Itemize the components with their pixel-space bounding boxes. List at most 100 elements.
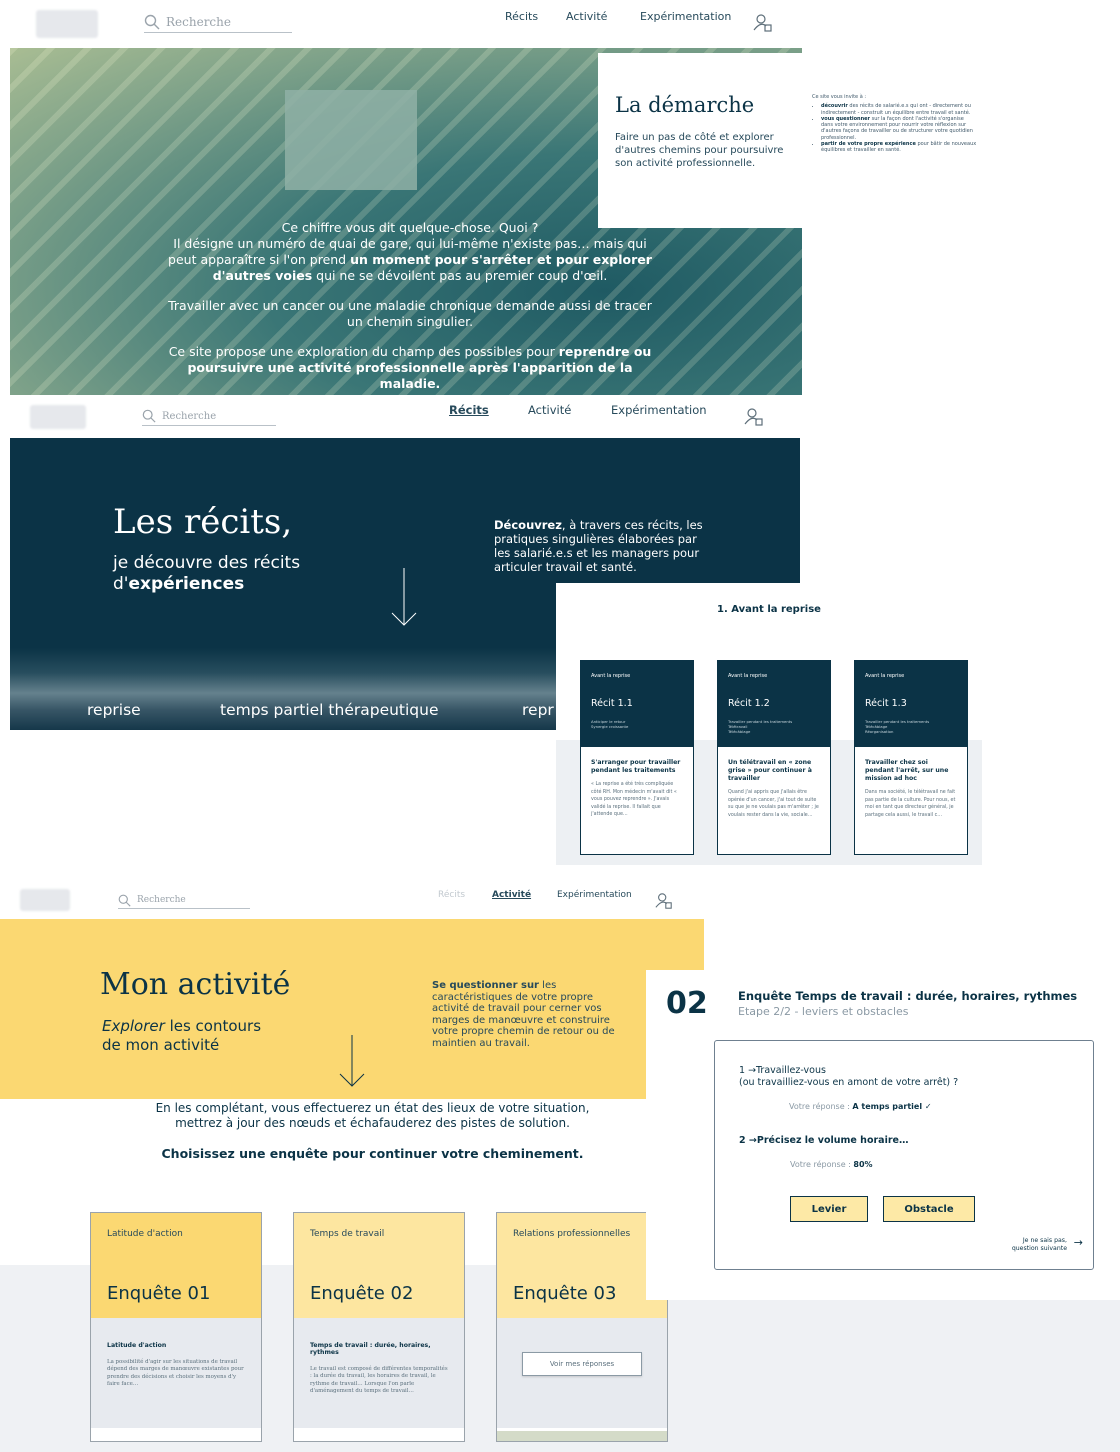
user-icon[interactable] bbox=[744, 407, 764, 427]
recit-card[interactable]: Avant la reprise Récit 1.3 Travailler pe… bbox=[854, 660, 968, 855]
answer-2: Votre réponse : 80% bbox=[790, 1160, 873, 1169]
nav-link-recits[interactable]: Récits bbox=[438, 890, 465, 900]
activite-title: Mon activité bbox=[100, 967, 291, 1002]
invite-list: Ce site vous invite à : découvrir des ré… bbox=[812, 94, 977, 154]
answer-1: Votre réponse : A temps partiel ✓ bbox=[789, 1102, 932, 1111]
invite-title: Ce site vous invite à : bbox=[812, 94, 867, 100]
recits-title: Les récits, bbox=[113, 502, 293, 542]
enquete-card[interactable]: Latitude d'action Enquête 01 Latitude d'… bbox=[90, 1212, 262, 1442]
invite-item-bold: vous questionner bbox=[821, 115, 870, 122]
activite-subtitle-line1: les contours bbox=[164, 1017, 262, 1035]
nav-link-activite[interactable]: Activité bbox=[492, 890, 531, 900]
answer-value: 80% bbox=[853, 1160, 873, 1169]
invite-item-bold: découvrir bbox=[821, 103, 848, 110]
activite-hero: Mon activité Explorer les contours de mo… bbox=[0, 919, 704, 1099]
levier-button[interactable]: Levier bbox=[790, 1196, 868, 1222]
nav-link-experimentation[interactable]: Expérimentation bbox=[640, 10, 731, 23]
recits-subtitle-bold: expériences bbox=[128, 574, 245, 594]
skip-question-link[interactable]: Je ne sais pas, question suivante bbox=[1012, 1237, 1067, 1252]
card-title: Récit 1.1 bbox=[591, 698, 633, 709]
nav-link-recits[interactable]: Récits bbox=[449, 403, 489, 417]
hero-paragraph-3: Ce site propose une exploration du champ… bbox=[168, 344, 559, 359]
card-category: Relations professionnelles bbox=[513, 1229, 631, 1239]
question-2: 2 →Précisez le volume horaire… bbox=[739, 1135, 909, 1146]
recits-subtitle-line1: je découvre des récits bbox=[113, 553, 301, 573]
search-icon bbox=[118, 894, 131, 907]
user-icon[interactable] bbox=[655, 892, 673, 910]
nav-link-recits[interactable]: Récits bbox=[505, 10, 538, 23]
activite-subtitle-italic: Explorer bbox=[102, 1017, 165, 1035]
search-field[interactable]: Recherche bbox=[118, 892, 250, 909]
invite-item: partir de votre propre expérience pour b… bbox=[821, 141, 977, 154]
invite-item: vous questionner sur la façon dont l'act… bbox=[821, 116, 977, 141]
card-section: Avant la reprise bbox=[728, 673, 768, 679]
activite-nav: Recherche Récits Activité Expérimentatio… bbox=[0, 883, 704, 921]
activite-description-bold: Se questionner sur bbox=[432, 980, 539, 991]
section-title: 1. Avant la reprise bbox=[717, 604, 821, 615]
hero-paragraph-2: Travailler avec un cancer ou une maladie… bbox=[168, 298, 652, 329]
hero-question: Ce chiffre vous dit quelque-chose. Quoi … bbox=[281, 220, 539, 235]
view-answers-button[interactable]: Voir mes réponses bbox=[522, 1352, 642, 1376]
arrow-down-icon[interactable] bbox=[390, 568, 418, 628]
arrow-down-icon[interactable] bbox=[338, 1035, 366, 1089]
nav-link-activite[interactable]: Activité bbox=[566, 10, 607, 23]
ticker-item[interactable]: repr bbox=[522, 701, 554, 719]
card-headline: Un télétravail en « zone grise » pour co… bbox=[728, 759, 812, 782]
hero-explanation-end: qui ne se dévoilent pas au premier coup … bbox=[312, 268, 608, 283]
nav-link-activite[interactable]: Activité bbox=[528, 403, 571, 417]
enquete-panel: 02 Enquête Temps de travail : durée, hor… bbox=[646, 970, 1120, 1300]
recits-subtitle-prefix: d' bbox=[113, 574, 129, 594]
card-headline: Travailler chez soi pendant l'arrêt, sur… bbox=[865, 759, 949, 782]
activite-description: Se questionner sur les caractéristiques … bbox=[432, 980, 622, 1049]
recits-nav: Recherche Récits Activité Expérimentatio… bbox=[10, 395, 800, 438]
question-1: 1 →Travaillez-vous (ou travailliez-vous e… bbox=[739, 1065, 958, 1089]
activite-subtitle: Explorer les contours de mon activité bbox=[102, 1017, 261, 1055]
nav-link-experimentation[interactable]: Expérimentation bbox=[611, 403, 707, 417]
search-placeholder: Recherche bbox=[166, 15, 231, 29]
site-logo[interactable] bbox=[30, 405, 86, 429]
answer-label: Votre réponse : bbox=[789, 1102, 850, 1111]
card-excerpt: Le travail est composé de différentes te… bbox=[310, 1366, 448, 1394]
recits-description: Découvrez, à travers ces récits, les pra… bbox=[494, 518, 714, 574]
card-excerpt: Quand j'ai appris que j'allais être opér… bbox=[728, 790, 819, 818]
obstacle-button[interactable]: Obstacle bbox=[883, 1196, 975, 1222]
enquete-card[interactable]: Relations professionnelles Enquête 03 Vo… bbox=[496, 1212, 668, 1442]
recits-subtitle: je découvre des récits d'expériences bbox=[113, 553, 300, 595]
arrow-right-icon[interactable]: → bbox=[1074, 1236, 1083, 1249]
user-icon[interactable] bbox=[753, 13, 773, 33]
card-excerpt: La possibilité d'agir sur les situations… bbox=[107, 1359, 244, 1387]
hero-number-image bbox=[285, 90, 417, 190]
search-icon bbox=[144, 14, 160, 30]
card-excerpt: Dans ma société, le télétravail ne fait … bbox=[865, 790, 956, 818]
card-headline: S'arranger pour travailler pendant les t… bbox=[591, 759, 681, 774]
question-1-line1: 1 →Travaillez-vous bbox=[739, 1065, 826, 1076]
recit-card[interactable]: Avant la reprise Récit 1.2 Travailler pe… bbox=[717, 660, 831, 855]
card-title: Récit 1.2 bbox=[728, 698, 770, 709]
enquete-number: 02 bbox=[666, 986, 708, 1021]
card-tag: Télécâblage bbox=[728, 729, 751, 734]
question-1-line2: (ou travailliez-vous en amont de votre a… bbox=[739, 1077, 959, 1088]
search-field[interactable]: Recherche bbox=[142, 407, 276, 426]
card-category: Temps de travail bbox=[310, 1229, 385, 1239]
demarche-title: La démarche bbox=[615, 93, 755, 117]
enquete-card[interactable]: Temps de travail Enquête 02 Temps de tra… bbox=[293, 1212, 465, 1442]
nav-link-experimentation[interactable]: Expérimentation bbox=[557, 890, 632, 900]
ticker-item[interactable]: reprise bbox=[87, 701, 141, 719]
skip-line2: question suivante bbox=[1011, 1244, 1067, 1252]
search-placeholder: Recherche bbox=[162, 410, 217, 422]
activite-choose: Choisissez une enquête pour continuer vo… bbox=[161, 1146, 584, 1161]
recit-card[interactable]: Avant la reprise Récit 1.1 Anticiper le … bbox=[580, 660, 694, 855]
card-title: Enquête 01 bbox=[107, 1283, 211, 1304]
site-logo[interactable] bbox=[36, 10, 98, 38]
enquete-step: Etape 2/2 - leviers et obstacles bbox=[738, 1005, 909, 1018]
hero-text: Ce chiffre vous dit quelque-chose. Quoi … bbox=[160, 220, 660, 395]
card-section: Avant la reprise bbox=[865, 673, 905, 679]
invite-item: découvrir des récits de salarié.e.s qui … bbox=[821, 103, 977, 116]
demarche-panel: La démarche Faire un pas de côté et expl… bbox=[598, 53, 802, 228]
enquete-title: Enquête Temps de travail : durée, horair… bbox=[738, 989, 1078, 1003]
search-field[interactable]: Recherche bbox=[144, 12, 292, 33]
ticker-item[interactable]: temps partiel thérapeutique bbox=[220, 701, 439, 719]
card-tags: Travailler pendant les traitements Télétr… bbox=[728, 719, 792, 734]
card-category: Latitude d'action bbox=[107, 1229, 183, 1239]
site-logo[interactable] bbox=[20, 889, 70, 911]
